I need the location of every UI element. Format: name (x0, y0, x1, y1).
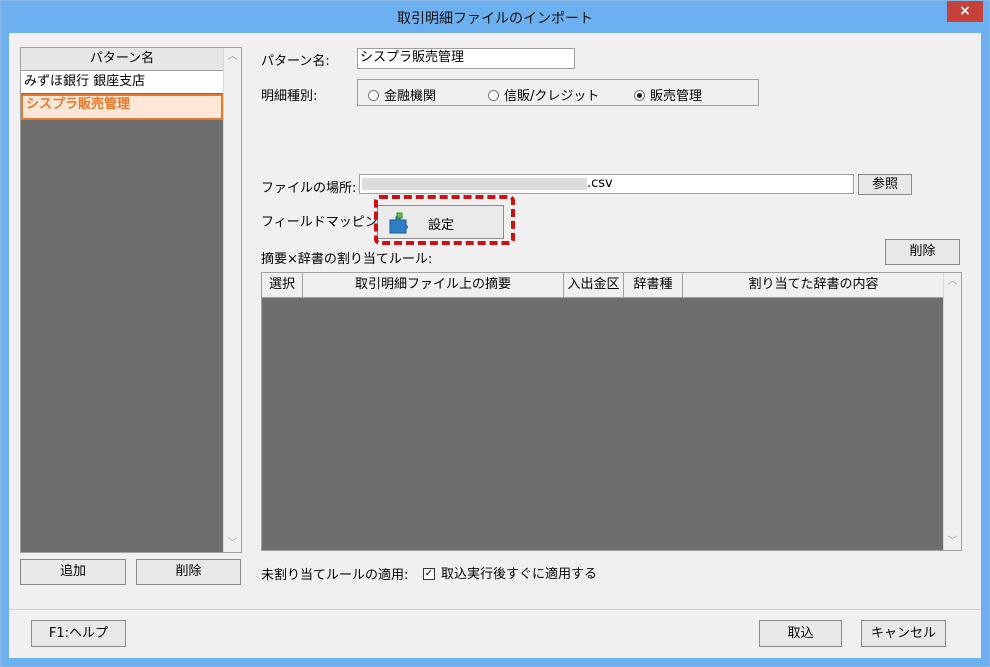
file-extension-text: .csv (587, 176, 613, 191)
radio-icon (488, 90, 499, 101)
apply-after-import-checkbox[interactable]: ✓ 取込実行後すぐに適用する (423, 563, 597, 582)
pattern-name-label: パターン名: (261, 54, 330, 69)
column-header-dictionary-content[interactable]: 割り当てた辞書の内容 (683, 273, 944, 297)
rules-table-scrollbar[interactable]: ︿ ﹀ (943, 273, 961, 550)
help-button[interactable]: F1:ヘルプ (31, 620, 126, 647)
apply-after-import-label: 取込実行後すぐに適用する (441, 567, 598, 582)
column-header-select[interactable]: 選択 (262, 273, 303, 297)
add-pattern-button[interactable]: 追加 (20, 559, 126, 585)
rules-table-header: 選択 取引明細ファイル上の摘要 入出金区 辞書種 割り当てた辞書の内容 (262, 273, 944, 298)
rules-table: 選択 取引明細ファイル上の摘要 入出金区 辞書種 割り当てた辞書の内容 ︿ ﹀ (261, 272, 962, 551)
scroll-down-icon[interactable]: ﹀ (944, 533, 961, 550)
pattern-name-input[interactable]: シスプラ販売管理 (357, 48, 575, 69)
column-header-dictionary-type[interactable]: 辞書種 (624, 273, 683, 297)
footer-divider (9, 609, 981, 610)
radio-sales-label: 販売管理 (650, 89, 703, 104)
detail-type-group: 金融機関 信販/クレジット 販売管理 (357, 79, 759, 106)
scroll-down-icon[interactable]: ﹀ (224, 535, 241, 552)
import-button[interactable]: 取込 (759, 620, 842, 647)
scroll-up-icon[interactable]: ︿ (944, 273, 961, 290)
pattern-list: パターン名 みずほ銀行 銀座支店 シスプラ販売管理 ︿ ﹀ (20, 47, 242, 553)
redacted-path (362, 177, 587, 190)
dialog-body: パターン名 みずほ銀行 銀座支店 シスプラ販売管理 ︿ ﹀ 追加 削除 パターン… (9, 33, 981, 658)
radio-icon (368, 90, 379, 101)
pattern-item-sispla[interactable]: シスプラ販売管理 (21, 94, 223, 120)
title-bar: 取引明細ファイルのインポート × (1, 1, 989, 33)
unassigned-rules-label: 未割り当てルールの適用: (261, 568, 409, 583)
cancel-button[interactable]: キャンセル (861, 620, 946, 647)
window-title: 取引明細ファイルのインポート (397, 11, 593, 27)
pattern-list-header: パターン名 (21, 48, 223, 71)
pattern-item-mizuho[interactable]: みずほ銀行 銀座支店 (21, 71, 223, 93)
delete-pattern-button[interactable]: 削除 (136, 559, 241, 585)
close-button[interactable]: × (947, 1, 983, 22)
radio-credit-label: 信販/クレジット (504, 89, 600, 104)
column-header-description[interactable]: 取引明細ファイル上の摘要 (303, 273, 564, 297)
pattern-list-scrollbar[interactable]: ︿ ﹀ (223, 48, 241, 552)
radio-checked-icon (634, 90, 645, 101)
radio-credit[interactable]: 信販/クレジット (488, 85, 599, 104)
file-location-label: ファイルの場所: (261, 181, 357, 196)
detail-type-label: 明細種別: (261, 89, 318, 104)
browse-button[interactable]: 参照 (858, 174, 912, 195)
radio-financial-label: 金融機関 (384, 89, 437, 104)
rules-label: 摘要×辞書の割り当てルール: (261, 252, 433, 267)
radio-financial[interactable]: 金融機関 (368, 85, 436, 104)
checkbox-checked-icon: ✓ (423, 567, 435, 580)
radio-sales[interactable]: 販売管理 (634, 85, 702, 104)
scroll-up-icon[interactable]: ︿ (224, 48, 241, 65)
delete-rule-button[interactable]: 削除 (885, 239, 960, 265)
import-dialog: 取引明細ファイルのインポート × パターン名 みずほ銀行 銀座支店 シスプラ販売… (0, 0, 990, 667)
highlight-annotation (374, 195, 515, 245)
file-location-input[interactable]: .csv (359, 174, 854, 194)
column-header-in-out[interactable]: 入出金区 (564, 273, 624, 297)
